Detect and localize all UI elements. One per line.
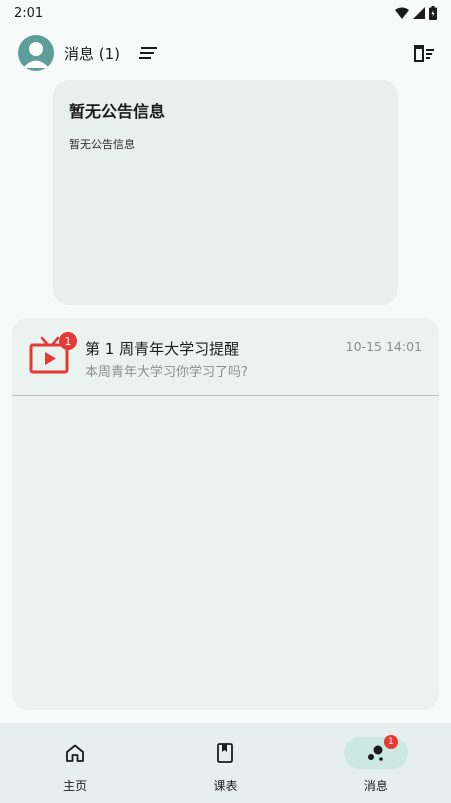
- user-icon: [23, 42, 49, 68]
- status-bar: 2:01: [0, 0, 451, 26]
- avatar[interactable]: [18, 35, 54, 71]
- status-icons: [395, 6, 437, 20]
- home-icon: [66, 744, 85, 762]
- nav-messages-icon-container: 1: [343, 735, 408, 769]
- message-list: 1 第 1 周青年大学习提醒 本周青年大学习你学习了吗? 10-15 14:01: [12, 318, 439, 710]
- status-time: 2:01: [14, 5, 44, 21]
- message-time: 10-15 14:01: [345, 339, 422, 354]
- nav-schedule-icon-container: [193, 737, 257, 769]
- nav-home[interactable]: 主页: [0, 723, 150, 803]
- nav-schedule[interactable]: 课表: [150, 723, 300, 803]
- announcement-card[interactable]: 暂无公告信息 暂无公告信息: [53, 80, 398, 305]
- announcement-body: 暂无公告信息: [69, 138, 135, 151]
- nav-home-label: 主页: [63, 779, 88, 793]
- top-app-bar: 消息 (1): [0, 30, 451, 76]
- message-subtitle: 本周青年大学习你学习了吗?: [85, 365, 248, 380]
- announcement-title: 暂无公告信息: [69, 102, 166, 121]
- nav-unread-badge: 1: [383, 735, 398, 749]
- unread-badge: 1: [59, 332, 77, 350]
- signal-icon: [413, 7, 425, 19]
- delete-sweep-icon: [414, 45, 434, 62]
- nav-home-icon-container: [43, 737, 107, 769]
- nav-schedule-label: 课表: [213, 779, 238, 793]
- bottom-navigation: 主页 课表 1 消息: [0, 723, 451, 803]
- bubbles-icon: [367, 745, 383, 761]
- clear-all-button[interactable]: [411, 40, 437, 66]
- nav-messages[interactable]: 1 消息: [301, 723, 451, 803]
- sort-icon: [139, 47, 158, 59]
- sort-button[interactable]: [136, 41, 160, 65]
- book-icon: [217, 743, 234, 763]
- nav-messages-label: 消息: [363, 779, 388, 793]
- wifi-icon: [395, 7, 409, 19]
- message-title: 第 1 周青年大学习提醒: [85, 340, 240, 358]
- battery-icon: [429, 6, 437, 20]
- page-title: 消息 (1): [64, 44, 121, 63]
- list-item[interactable]: 1 第 1 周青年大学习提醒 本周青年大学习你学习了吗? 10-15 14:01: [12, 318, 439, 396]
